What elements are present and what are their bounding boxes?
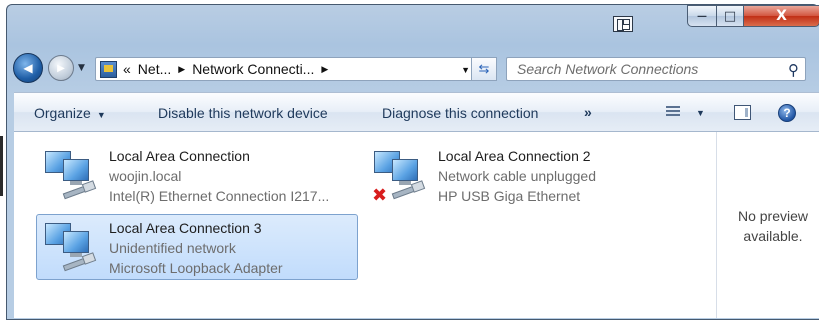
connection-adapter: HP USB Giga Ethernet [438,188,581,204]
more-commands-button[interactable]: » [584,104,592,120]
view-options-dropdown-icon[interactable]: ▼ [696,108,705,118]
connection-adapter: Microsoft Loopback Adapter [109,260,283,276]
connection-item-local-area-connection-2[interactable]: ✖ Local Area Connection 2 Network cable … [365,142,687,208]
window-layout-icon[interactable] [613,16,633,32]
connection-status: Network cable unplugged [438,168,596,184]
refresh-button[interactable]: ⇆ [471,57,497,81]
connection-name: Local Area Connection 2 [438,148,591,164]
close-button[interactable]: X [743,5,819,27]
disable-device-button[interactable]: Disable this network device [158,105,328,121]
organize-dropdown-icon: ▼ [96,110,106,120]
close-icon: X [776,8,787,24]
organize-label: Organize [34,105,91,121]
preview-line: No preview [737,208,809,224]
minimize-button[interactable]: — [687,5,717,27]
address-bar[interactable]: « Net... ▶ Network Connecti... ▶ ▼ ⇆ [95,57,497,81]
connection-name: Local Area Connection [109,148,250,164]
maximize-icon: □ [723,8,737,24]
network-adapter-icon [43,149,97,200]
disconnected-x-icon: ✖ [372,185,388,206]
background-window-edge [0,136,3,196]
change-view-icon[interactable] [666,106,680,119]
organize-menu-button[interactable]: Organize ▼ [34,105,106,121]
address-dropdown-icon[interactable]: ▼ [461,65,470,75]
connection-item-local-area-connection-3[interactable]: Local Area Connection 3 Unidentified net… [36,214,358,280]
help-glyph: ? [783,106,791,120]
search-box[interactable]: ⚲ [506,57,806,81]
preview-pane-divider[interactable] [716,132,717,318]
preview-pane-message: No preview available. [727,206,819,246]
connection-name: Local Area Connection 3 [109,220,262,236]
breadcrumb-separator-icon[interactable]: ▶ [178,64,185,75]
connection-adapter: Intel(R) Ethernet Connection I217... [109,188,330,204]
network-adapter-icon: ✖ [372,149,426,205]
forward-arrow-icon: ▶ [57,62,65,74]
search-input[interactable] [515,60,779,78]
control-panel-icon [100,60,117,78]
connection-status: Unidentified network [109,240,236,256]
command-bar: Organize ▼ Disable this network device Di… [14,92,819,132]
minimize-icon: — [697,10,707,22]
preview-line: available. [743,228,803,244]
network-adapter-icon [43,221,97,272]
recent-pages-dropdown-icon[interactable]: ▼ [78,63,85,73]
breadcrumb-separator-icon[interactable]: ▶ [321,64,328,75]
search-icon[interactable]: ⚲ [788,61,799,79]
back-arrow-icon: ◀ [23,61,33,75]
breadcrumb-network[interactable]: Net... [138,61,171,77]
address-overflow-chevron[interactable]: « [123,61,131,77]
help-icon[interactable]: ? [778,104,796,122]
connection-status: woojin.local [109,168,182,184]
connection-item-local-area-connection[interactable]: Local Area Connection woojin.local Intel… [36,142,358,208]
maximize-button[interactable]: □ [716,5,744,27]
breadcrumb-network-connections[interactable]: Network Connecti... [192,61,314,77]
forward-button[interactable]: ▶ [48,55,74,81]
diagnose-connection-button[interactable]: Diagnose this connection [382,105,538,121]
back-button[interactable]: ◀ [13,53,43,83]
preview-pane-icon[interactable] [734,105,751,120]
